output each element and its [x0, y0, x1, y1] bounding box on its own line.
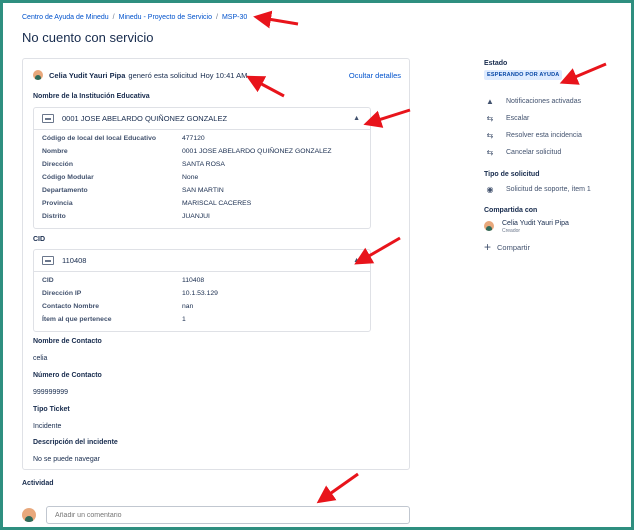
- headset-icon: ◉: [486, 185, 494, 194]
- status-label: Estado: [484, 60, 508, 67]
- transition-icon: ⇆: [486, 131, 494, 140]
- shared-person-role: Creador: [502, 228, 521, 234]
- field-value: MARISCAL CACERES: [182, 200, 252, 207]
- field-key: CID: [42, 277, 54, 284]
- field-key: Nombre: [42, 148, 68, 155]
- incident-description-value: No se puede navegar: [33, 456, 100, 463]
- shared-person-name: Celia Yudit Yauri Pipa: [502, 220, 569, 227]
- share-label: Compartir: [497, 242, 530, 252]
- field-key: Dirección: [42, 161, 73, 168]
- field-value: 1: [182, 316, 186, 323]
- avatar: [22, 508, 36, 522]
- organization-icon: [42, 256, 54, 265]
- chevron-up-icon[interactable]: ▲: [353, 115, 360, 122]
- cid-header-value: 110408: [62, 256, 87, 265]
- contact-number-label: Número de Contacto: [33, 372, 102, 379]
- breadcrumb-item-project[interactable]: Minedu - Proyecto de Servicio: [119, 14, 212, 21]
- cid-fields: CID 110408 Dirección IP 10.1.53.129 Contac…: [34, 272, 370, 331]
- field-key: Código de local del local Educativo: [42, 135, 157, 142]
- field-key: Dirección IP: [42, 290, 82, 297]
- institution-fields: Código de local del local Educativo 47712…: [34, 130, 370, 228]
- breadcrumb-item-help-center[interactable]: Centro de Ayuda de Minedu: [22, 14, 109, 21]
- share-button[interactable]: + Compartir: [484, 240, 530, 254]
- request-action-text: generó esta solicitud: [128, 70, 198, 80]
- field-key: Departamento: [42, 187, 88, 194]
- breadcrumb: Centro de Ayuda de Minedu / Minedu - Pro…: [22, 14, 247, 21]
- breadcrumb-separator: /: [112, 14, 115, 21]
- transition-icon: ⇆: [486, 148, 494, 157]
- ticket-type-value: Incidente: [33, 423, 62, 430]
- field-key: Provincia: [42, 200, 73, 207]
- plus-icon: +: [484, 240, 492, 254]
- escalate-label: Escalar: [506, 115, 530, 122]
- field-value: 10.1.53.129: [182, 290, 218, 297]
- request-type-label: Tipo de solicitud: [484, 171, 540, 178]
- field-value: SANTA ROSA: [182, 161, 225, 168]
- field-value: 110408: [182, 277, 205, 284]
- request-time: Hoy 10:41 AM: [200, 70, 248, 80]
- notifications-toggle[interactable]: ▲ Notificaciones activadas: [484, 97, 581, 106]
- avatar: [33, 70, 43, 80]
- field-key: Código Modular: [42, 174, 94, 181]
- field-key: Distrito: [42, 213, 66, 220]
- cancel-request-button[interactable]: ⇆ Cancelar solicitud: [484, 148, 562, 157]
- activity-label: Actividad: [22, 480, 54, 487]
- field-value: SAN MARTIN: [182, 187, 224, 194]
- contact-name-value: celia: [33, 355, 48, 362]
- request-header: Celia Yudit Yauri Pipa generó esta solic…: [33, 70, 401, 80]
- notifications-label: Notificaciones activadas: [506, 98, 582, 105]
- megaphone-icon: ▲: [486, 97, 494, 106]
- shared-with-label: Compartida con: [484, 207, 538, 214]
- resolve-label: Resolver esta incidencia: [506, 132, 582, 139]
- request-details-card: Celia Yudit Yauri Pipa generó esta solic…: [22, 58, 410, 470]
- organization-icon: [42, 114, 54, 123]
- shared-person: Celia Yudit Yauri Pipa Creador: [484, 220, 569, 234]
- page-title: No cuento con servicio: [22, 30, 154, 45]
- cid-card-header[interactable]: 110408 ▲: [34, 250, 370, 272]
- field-value: nan: [182, 303, 194, 310]
- institution-card-header[interactable]: 0001 JOSE ABELARDO QUIÑONEZ GONZALEZ ▲: [34, 108, 370, 130]
- cid-card: 110408 ▲ CID 110408 Dirección IP 10.1.53.1…: [33, 249, 371, 332]
- institution-card: 0001 JOSE ABELARDO QUIÑONEZ GONZALEZ ▲ C…: [33, 107, 371, 229]
- incident-description-label: Descripción del incidente: [33, 439, 118, 446]
- field-value: 0001 JOSE ABELARDO QUIÑONEZ GONZALEZ: [182, 148, 332, 155]
- breadcrumb-separator: /: [216, 14, 218, 21]
- escalate-button[interactable]: ⇆ Escalar: [484, 114, 530, 123]
- cancel-label: Cancelar solicitud: [506, 149, 562, 156]
- field-value: 477120: [182, 135, 205, 142]
- resolve-issue-button[interactable]: ⇆ Resolver esta incidencia: [484, 131, 582, 140]
- comment-input[interactable]: [46, 506, 410, 524]
- status-badge[interactable]: ESPERANDO POR AYUDA: [484, 70, 563, 80]
- field-value: None: [182, 174, 199, 181]
- institution-section-label: Nombre de la Institución Educativa: [33, 93, 150, 100]
- hide-details-link[interactable]: Ocultar detalles: [349, 71, 401, 80]
- contact-name-label: Nombre de Contacto: [33, 338, 102, 345]
- chevron-up-icon[interactable]: ▲: [353, 257, 360, 264]
- field-value: JUANJUI: [182, 213, 210, 220]
- request-author: Celia Yudit Yauri Pipa: [49, 70, 126, 80]
- institution-name: 0001 JOSE ABELARDO QUIÑONEZ GONZALEZ: [62, 114, 228, 123]
- request-type-value: ◉ Solicitud de soporte, ítem 1: [484, 185, 591, 194]
- transition-icon: ⇆: [486, 114, 494, 123]
- breadcrumb-item-issue-key[interactable]: MSP-30: [222, 14, 247, 21]
- cid-section-label: CID: [33, 236, 46, 243]
- field-key: Contacto Nombre: [42, 303, 100, 310]
- comment-row: [22, 506, 410, 524]
- field-key: Ítem al que pertenece: [42, 316, 112, 323]
- contact-number-value: 999999999: [33, 389, 69, 396]
- ticket-type-label: Tipo Ticket: [33, 406, 70, 413]
- avatar: [484, 221, 494, 231]
- request-type-text: Solicitud de soporte, ítem 1: [506, 186, 591, 193]
